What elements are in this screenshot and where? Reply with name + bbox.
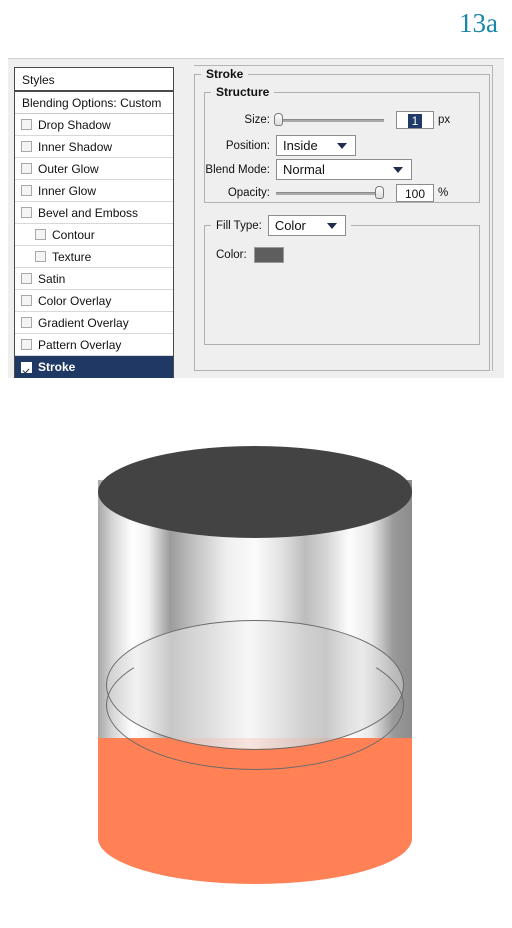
style-item-gradient-overlay[interactable]: Gradient Overlay xyxy=(15,312,173,334)
position-value: Inside xyxy=(283,138,318,153)
checkbox-icon-contour[interactable] xyxy=(35,229,46,240)
opacity-slider-thumb[interactable] xyxy=(375,186,384,199)
style-item-drop-shadow[interactable]: Drop Shadow xyxy=(15,114,173,136)
cylinder-body xyxy=(98,480,412,884)
fill-type-dropdown[interactable]: Color xyxy=(268,215,346,236)
size-unit: px xyxy=(438,114,450,126)
opacity-row: Opacity: 100 % xyxy=(208,184,476,202)
figure-label: 13a xyxy=(459,8,498,39)
style-item-label: Bevel and Emboss xyxy=(38,206,138,220)
style-item-label: Pattern Overlay xyxy=(38,338,121,352)
blend-mode-row: Blend Mode: Normal xyxy=(194,159,476,180)
style-item-satin[interactable]: Satin xyxy=(15,268,173,290)
size-slider-track xyxy=(276,119,384,122)
checkbox-icon-stroke[interactable] xyxy=(21,362,32,373)
fill-type-value: Color xyxy=(275,218,306,233)
cylinder-top-cap xyxy=(98,446,412,538)
chevron-down-icon xyxy=(327,223,337,229)
stroke-settings-pane: Stroke Structure Size: 1 px Position: In… xyxy=(194,67,490,371)
opacity-label: Opacity: xyxy=(208,187,270,199)
cylinder-illustration xyxy=(98,446,412,920)
style-item-label: Contour xyxy=(52,228,95,242)
style-item-label: Satin xyxy=(38,272,65,286)
checkbox-icon-inner-shadow[interactable] xyxy=(21,141,32,152)
size-value: 1 xyxy=(408,114,423,128)
fill-type-label: Fill Type: xyxy=(216,220,262,232)
color-swatch[interactable] xyxy=(254,247,284,263)
structure-group-title: Structure xyxy=(211,85,274,99)
style-item-label: Inner Shadow xyxy=(38,140,112,154)
fill-type-legend: Fill Type: Color xyxy=(211,215,351,236)
style-item-label: Color Overlay xyxy=(38,294,111,308)
style-item-outer-glow[interactable]: Outer Glow xyxy=(15,158,173,180)
checkbox-icon-bevel-and-emboss[interactable] xyxy=(21,207,32,218)
opacity-slider-track xyxy=(276,192,384,195)
opacity-unit: % xyxy=(438,187,448,199)
fill-type-group: Fill Type: Color xyxy=(204,215,480,345)
pane-right-divider xyxy=(492,65,493,371)
color-label: Color: xyxy=(216,249,247,261)
checkbox-icon-outer-glow[interactable] xyxy=(21,163,32,174)
stroke-group-title: Stroke xyxy=(201,67,248,81)
position-label: Position: xyxy=(208,140,270,152)
blend-mode-dropdown[interactable]: Normal xyxy=(276,159,412,180)
checkbox-icon-texture[interactable] xyxy=(35,251,46,262)
blend-mode-label: Blend Mode: xyxy=(194,164,270,176)
pane-top-divider xyxy=(194,65,492,66)
size-input[interactable]: 1 xyxy=(396,111,434,129)
style-item-label: Drop Shadow xyxy=(38,118,111,132)
position-row: Position: Inside xyxy=(208,135,476,156)
style-item-label: Texture xyxy=(52,250,91,264)
style-item-contour[interactable]: Contour xyxy=(15,224,173,246)
chevron-down-icon xyxy=(337,143,347,149)
size-slider-thumb[interactable] xyxy=(274,113,283,126)
style-item-inner-shadow[interactable]: Inner Shadow xyxy=(15,136,173,158)
opacity-input[interactable]: 100 xyxy=(396,184,434,202)
checkbox-icon-color-overlay[interactable] xyxy=(21,295,32,306)
blend-mode-value: Normal xyxy=(283,162,325,177)
style-item-label: Outer Glow xyxy=(38,162,99,176)
layer-style-dialog: Styles Blending Options: Custom Drop Sha… xyxy=(8,58,504,378)
style-item-inner-glow[interactable]: Inner Glow xyxy=(15,180,173,202)
checkbox-icon-inner-glow[interactable] xyxy=(21,185,32,196)
style-item-bevel-and-emboss[interactable]: Bevel and Emboss xyxy=(15,202,173,224)
checkbox-icon-drop-shadow[interactable] xyxy=(21,119,32,130)
size-slider[interactable] xyxy=(276,114,384,126)
styles-list-panel: Styles Blending Options: Custom Drop Sha… xyxy=(14,67,174,378)
color-row: Color: xyxy=(216,247,284,263)
chevron-down-icon xyxy=(393,167,403,173)
style-item-texture[interactable]: Texture xyxy=(15,246,173,268)
checkbox-icon-gradient-overlay[interactable] xyxy=(21,317,32,328)
style-item-stroke[interactable]: Stroke xyxy=(15,356,173,378)
checkbox-icon-satin[interactable] xyxy=(21,273,32,284)
size-label: Size: xyxy=(208,114,270,126)
style-item-color-overlay[interactable]: Color Overlay xyxy=(15,290,173,312)
position-dropdown[interactable]: Inside xyxy=(276,135,356,156)
opacity-slider[interactable] xyxy=(276,187,384,199)
style-item-label: Inner Glow xyxy=(38,184,96,198)
blending-options-row[interactable]: Blending Options: Custom xyxy=(15,92,173,114)
style-item-label: Stroke xyxy=(38,360,75,374)
checkbox-icon-pattern-overlay[interactable] xyxy=(21,339,32,350)
size-row: Size: 1 px xyxy=(208,111,476,129)
style-item-label: Gradient Overlay xyxy=(38,316,129,330)
styles-list-header: Styles xyxy=(15,68,173,92)
cylinder-inner-rim-upper xyxy=(106,620,404,750)
style-item-pattern-overlay[interactable]: Pattern Overlay xyxy=(15,334,173,356)
